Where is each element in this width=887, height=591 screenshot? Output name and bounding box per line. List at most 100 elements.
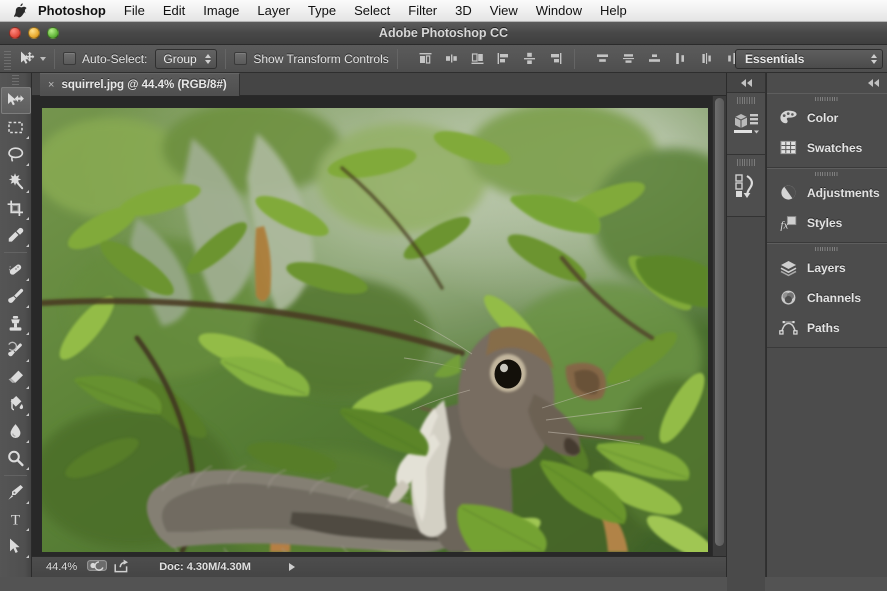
spot-healing-brush-tool[interactable]: [1, 256, 31, 283]
document-tab[interactable]: × squirrel.jpg @ 44.4% (RGB/8#): [40, 73, 240, 96]
clone-stamp-icon: [6, 314, 25, 333]
canvas-vertical-scrollbar[interactable]: [712, 96, 726, 556]
dashed-rectangle-icon: [6, 118, 25, 137]
menu-item-photoshop[interactable]: Photoshop: [34, 0, 115, 22]
menu-item-view[interactable]: View: [481, 0, 527, 22]
history-actions-panel-icon[interactable]: [727, 155, 765, 217]
squirrel-photograph: [42, 108, 708, 552]
distribute-buttons-group: [593, 49, 743, 69]
workspace-dropdown[interactable]: Essentials: [735, 49, 883, 69]
share-export-icon[interactable]: [114, 559, 129, 576]
collapse-double-arrow-icon[interactable]: [767, 73, 887, 93]
clone-stamp-tool[interactable]: [1, 310, 31, 337]
menu-item-filter[interactable]: Filter: [399, 0, 446, 22]
toolbox-grip[interactable]: [0, 73, 31, 87]
show-transform-controls-checkbox[interactable]: [234, 52, 247, 65]
distribute-vertical-centers-icon[interactable]: [619, 49, 639, 69]
menu-item-edit[interactable]: Edit: [154, 0, 194, 22]
move-tool-icon: [19, 50, 37, 68]
panel-tab-label: Layers: [807, 261, 846, 275]
magnifier-icon: [6, 449, 25, 468]
menu-item-select[interactable]: Select: [345, 0, 399, 22]
healing-bandage-icon: [6, 260, 25, 279]
play-triangle-icon[interactable]: [289, 563, 295, 571]
blur-tool[interactable]: [1, 418, 31, 445]
panel-tab-channels[interactable]: Channels: [767, 283, 887, 313]
paint-bucket-icon: [6, 395, 25, 414]
scrollbar-thumb[interactable]: [715, 98, 724, 546]
menu-item-file[interactable]: File: [115, 0, 154, 22]
crop-tool[interactable]: [1, 195, 31, 222]
magic-wand-tool[interactable]: [1, 168, 31, 195]
panel-tab-layers[interactable]: Layers: [767, 253, 887, 283]
rectangular-marquee-tool[interactable]: [1, 114, 31, 141]
panel-tab-paths[interactable]: Paths: [767, 313, 887, 343]
history-brush-tool[interactable]: [1, 337, 31, 364]
3d-properties-panel-icon[interactable]: [727, 93, 765, 155]
dock-empty-area: [727, 217, 765, 591]
close-icon[interactable]: ×: [48, 80, 54, 91]
channels-venn-icon: [779, 289, 798, 308]
zoom-tool[interactable]: [1, 445, 31, 472]
panel-tab-color[interactable]: Color: [767, 103, 887, 133]
panel-tab-swatches[interactable]: Swatches: [767, 133, 887, 163]
panel-group-grip[interactable]: [767, 169, 887, 178]
lasso-tool[interactable]: [1, 141, 31, 168]
collapsed-dock-strip: [726, 73, 766, 577]
window-title: Adobe Photoshop CC: [0, 26, 887, 40]
gradient-tool[interactable]: [1, 391, 31, 418]
align-left-edges-icon[interactable]: [416, 49, 436, 69]
mac-menu-bar: PhotoshopFileEditImageLayerTypeSelectFil…: [0, 0, 887, 22]
canvas-area[interactable]: [32, 96, 726, 556]
menu-item-3d[interactable]: 3D: [446, 0, 481, 22]
align-top-edges-icon[interactable]: [494, 49, 514, 69]
move-tool[interactable]: [1, 87, 31, 114]
panel-tab-label: Paths: [807, 321, 840, 335]
distribute-horizontal-centers-icon[interactable]: [697, 49, 717, 69]
auto-select-checkbox[interactable]: [63, 52, 76, 65]
align-bottom-edges-icon[interactable]: [546, 49, 566, 69]
menu-item-window[interactable]: Window: [527, 0, 591, 22]
panel-tab-styles[interactable]: fxStyles: [767, 208, 887, 238]
panel-grip: [737, 97, 755, 104]
camera-settings-icon[interactable]: [87, 559, 107, 575]
magic-wand-icon: [6, 172, 25, 191]
align-right-edges-icon[interactable]: [468, 49, 488, 69]
menu-item-layer[interactable]: Layer: [248, 0, 299, 22]
color-swatches-group: ColorSwatches: [767, 93, 887, 168]
panel-grip: [737, 159, 755, 166]
panel-dock: ColorSwatches AdjustmentsfxStyles Layers Ch…: [766, 73, 887, 577]
eraser-tool[interactable]: [1, 364, 31, 391]
eraser-icon: [6, 368, 25, 387]
zoom-level[interactable]: 44.4%: [32, 561, 87, 573]
tool-preset-chevron-down-icon[interactable]: [40, 57, 46, 61]
distribute-top-edges-icon[interactable]: [593, 49, 613, 69]
document-size-info: Doc: 4.30M/4.30M: [159, 561, 251, 573]
menu-item-type[interactable]: Type: [299, 0, 345, 22]
align-horizontal-centers-icon[interactable]: [442, 49, 462, 69]
options-bar-grip[interactable]: [2, 48, 13, 70]
collapse-double-arrow-icon[interactable]: [727, 73, 765, 93]
distribute-left-edges-icon[interactable]: [671, 49, 691, 69]
apple-logo-icon[interactable]: [8, 3, 34, 19]
panel-group-grip[interactable]: [767, 94, 887, 103]
pen-nib-icon: [6, 483, 25, 502]
panel-tab-label: Styles: [807, 216, 842, 230]
distribute-bottom-edges-icon[interactable]: [645, 49, 665, 69]
panel-tab-adjustments[interactable]: Adjustments: [767, 178, 887, 208]
stepper-icon: [871, 54, 877, 64]
eyedropper-tool[interactable]: [1, 222, 31, 249]
current-tool-preview[interactable]: [19, 50, 46, 68]
brush-tool[interactable]: [1, 283, 31, 310]
type-t-icon: T: [6, 510, 25, 529]
auto-select-dropdown[interactable]: Group: [155, 49, 217, 69]
auto-select-label: Auto-Select:: [82, 52, 147, 66]
align-vertical-centers-icon[interactable]: [520, 49, 540, 69]
pen-tool[interactable]: [1, 479, 31, 506]
paintbrush-icon: [6, 287, 25, 306]
menu-item-help[interactable]: Help: [591, 0, 636, 22]
type-tool[interactable]: T: [1, 506, 31, 533]
path-selection-tool[interactable]: [1, 533, 31, 560]
panel-group-grip[interactable]: [767, 244, 887, 253]
menu-item-image[interactable]: Image: [194, 0, 248, 22]
